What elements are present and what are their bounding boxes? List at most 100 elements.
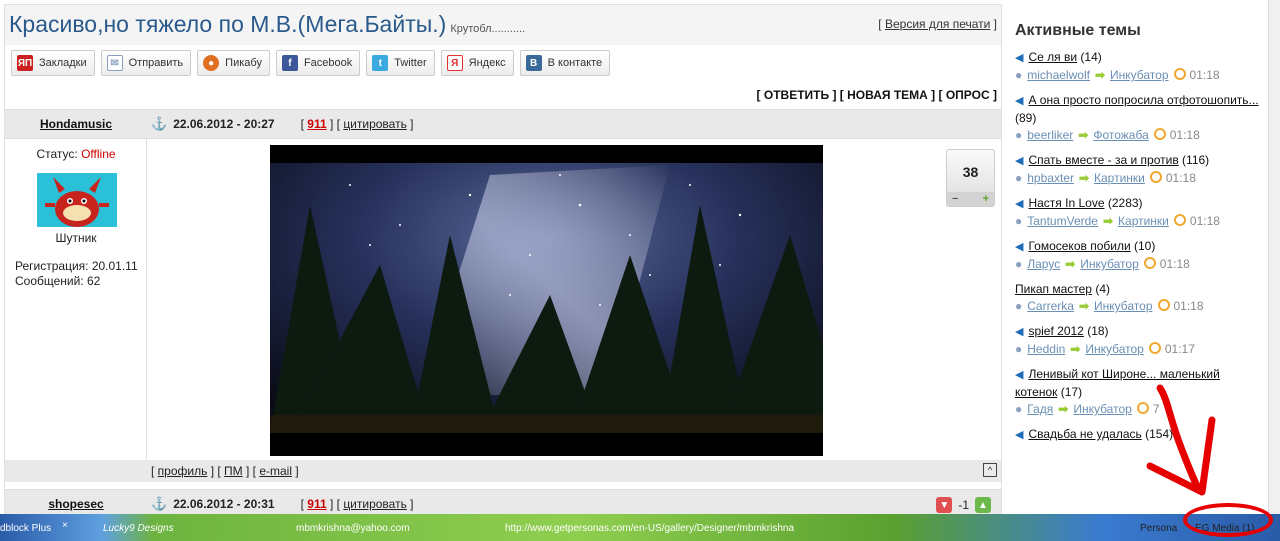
share-bookmarks-button[interactable]: ЯП Закладки <box>11 50 95 76</box>
anchor-icon[interactable]: ⚓ <box>151 496 167 512</box>
email-link[interactable]: e-mail <box>259 464 292 478</box>
topic-user-link[interactable]: Ларус <box>1027 257 1060 271</box>
topic-title-link[interactable]: А она просто попросила отфотошопить... <box>1028 93 1258 107</box>
topic-count: (89) <box>1015 111 1037 125</box>
person-icon: ● <box>1015 299 1023 313</box>
plus-icon[interactable]: + <box>983 193 989 205</box>
avatar[interactable] <box>37 173 117 227</box>
clock-icon <box>1149 171 1162 183</box>
share-facebook-button[interactable]: f Facebook <box>275 50 361 76</box>
topic-section-link[interactable]: Картинки <box>1118 214 1169 228</box>
topic-title-link[interactable]: spief 2012 <box>1028 324 1083 338</box>
post-author[interactable]: Hondamusic <box>5 110 147 138</box>
topic-count: (4) <box>1095 282 1110 296</box>
print-version-link[interactable]: [ Версия для печати ] <box>878 17 997 31</box>
post-number-link[interactable]: 911 <box>307 117 326 131</box>
arrow-icon: ➡ <box>1070 342 1081 356</box>
topic-user-link[interactable]: beerliker <box>1027 128 1073 142</box>
post-meta: ⚓ 22.06.2012 - 20:27 [ 911 ] [ цитироват… <box>151 116 414 132</box>
person-icon: ● <box>1015 257 1023 271</box>
topic-section-link[interactable]: Фотожаба <box>1093 128 1148 142</box>
quote-link[interactable]: цитировать <box>343 117 407 131</box>
topic-user-link[interactable]: hpbaxter <box>1027 171 1074 185</box>
sidebar-title: Активные темы <box>1015 22 1141 39</box>
topic-title-link[interactable]: Пикап мастер <box>1015 282 1092 296</box>
topic-user-link[interactable]: TantumVerde <box>1027 214 1098 228</box>
reply-button[interactable]: ОТВЕТИТЬ <box>764 88 829 102</box>
topic-user-link[interactable]: Carrerka <box>1027 299 1074 313</box>
clock-icon <box>1173 68 1186 80</box>
topic-title-link[interactable]: Настя In Love <box>1028 196 1104 210</box>
share-twitter-button[interactable]: t Twitter <box>366 50 435 76</box>
rating-controls: − + <box>947 192 994 206</box>
topic-title-link[interactable]: Гомосеков побили <box>1028 239 1130 253</box>
poll-button[interactable]: ОПРОС <box>946 88 990 102</box>
share-pikabu-button[interactable]: ● Пикабу <box>197 50 270 76</box>
clock-icon <box>1153 128 1166 140</box>
arrow-icon: ➡ <box>1078 299 1089 313</box>
post-image-night-sky[interactable] <box>270 145 823 456</box>
share-vk-button[interactable]: BВ контакте <box>519 50 611 76</box>
red-arrow-annotation <box>1146 384 1216 496</box>
topic-section-link[interactable]: Картинки <box>1094 171 1145 185</box>
personas-button[interactable]: Persona <box>1140 523 1177 534</box>
anchor-icon[interactable]: ⚓ <box>151 116 167 132</box>
person-icon: ● <box>1015 68 1023 82</box>
clock-icon <box>1157 299 1170 311</box>
arrow-icon: ➡ <box>1065 257 1076 271</box>
topic-icon: ◀ <box>1015 95 1024 107</box>
topic-meta: ● Ларус ➡ Инкубатор 01:18 <box>1015 256 1260 273</box>
topic-icon: ◀ <box>1015 369 1024 381</box>
topic-title-link[interactable]: Спать вместе - за и против <box>1028 153 1178 167</box>
share-yandex-button[interactable]: Я Яндекс <box>440 50 514 76</box>
topic-user-link[interactable]: Heddin <box>1027 342 1065 356</box>
topic-user-link[interactable]: michaelwolf <box>1027 68 1090 82</box>
topic-count: (17) <box>1060 385 1083 399</box>
designer-credit: Lucky9 Designs <box>103 523 174 534</box>
topic-icon: ◀ <box>1015 429 1024 441</box>
thumb-up-icon[interactable]: ▲ <box>975 497 991 513</box>
topic-user-link[interactable]: Гадя <box>1027 402 1053 416</box>
minus-icon[interactable]: − <box>952 193 958 205</box>
topic-time: 01:18 <box>1189 214 1220 228</box>
designer-email: mbmkrishna@yahoo.com <box>296 523 410 534</box>
topic-title-link[interactable]: Се ля ви <box>1028 50 1077 64</box>
rating-value: -1 <box>958 498 969 512</box>
arrow-icon: ➡ <box>1094 68 1106 82</box>
yap-bookmarks-icon: ЯП <box>17 55 33 71</box>
share-toolbar: ЯП Закладки ✉ Отправить ● Пикабу f Facebook … <box>11 50 611 76</box>
vk-icon: B <box>525 55 542 71</box>
adblock-button[interactable]: dblock Plus <box>0 523 51 534</box>
thread-actions: [ ОТВЕТИТЬ ] [ НОВАЯ ТЕМА ] [ ОПРОС ] <box>756 88 997 102</box>
topic-time: 01:18 <box>1173 299 1204 313</box>
profile-link[interactable]: профиль <box>158 464 208 478</box>
topic-time: 01:18 <box>1159 257 1190 271</box>
scrollbar[interactable] <box>1268 0 1280 514</box>
topic-item: ◀ spief 2012 (18) ● Heddin ➡ Инкубатор 01:17 <box>1015 323 1260 358</box>
topic-item: ◀ Спать вместе - за и против (116) ● hpbaxt… <box>1015 152 1260 187</box>
back-to-top-icon[interactable]: ^ <box>983 463 997 477</box>
close-icon[interactable]: × <box>62 520 68 531</box>
topic-count: (116) <box>1182 153 1210 167</box>
quote-link[interactable]: цитировать <box>343 497 407 511</box>
new-topic-button[interactable]: НОВАЯ ТЕМА <box>847 88 928 102</box>
share-send-button[interactable]: ✉ Отправить <box>100 50 192 76</box>
red-circle-annotation <box>1183 503 1273 537</box>
post-number-link[interactable]: 911 <box>307 497 326 511</box>
clock-icon <box>1143 257 1156 269</box>
topic-section-link[interactable]: Инкубатор <box>1094 299 1153 313</box>
thread-subtitle: Крутобл........... <box>450 23 526 35</box>
topic-meta: ● Heddin ➡ Инкубатор 01:17 <box>1015 341 1260 358</box>
topic-icon: ◀ <box>1015 326 1024 338</box>
topic-section-link[interactable]: Инкубатор <box>1080 257 1139 271</box>
thumb-down-icon[interactable]: ▼ <box>936 497 953 513</box>
topic-item: ◀ Се ля ви (14) ● michaelwolf ➡ Инкубатор 01:1… <box>1015 49 1260 84</box>
topic-item: Пикап мастер (4) ● Carrerka ➡ Инкубатор 01:18 <box>1015 281 1260 315</box>
designer-url[interactable]: http://www.getpersonas.com/en-US/gallery… <box>505 523 794 534</box>
envelope-icon: ✉ <box>106 55 123 71</box>
registration-date: Регистрация: 20.01.11 <box>15 259 138 273</box>
pikabu-icon: ● <box>203 55 220 71</box>
pm-link[interactable]: ПМ <box>224 464 243 478</box>
topic-section-link[interactable]: Инкубатор <box>1110 68 1169 82</box>
topic-section-link[interactable]: Инкубатор <box>1085 342 1144 356</box>
